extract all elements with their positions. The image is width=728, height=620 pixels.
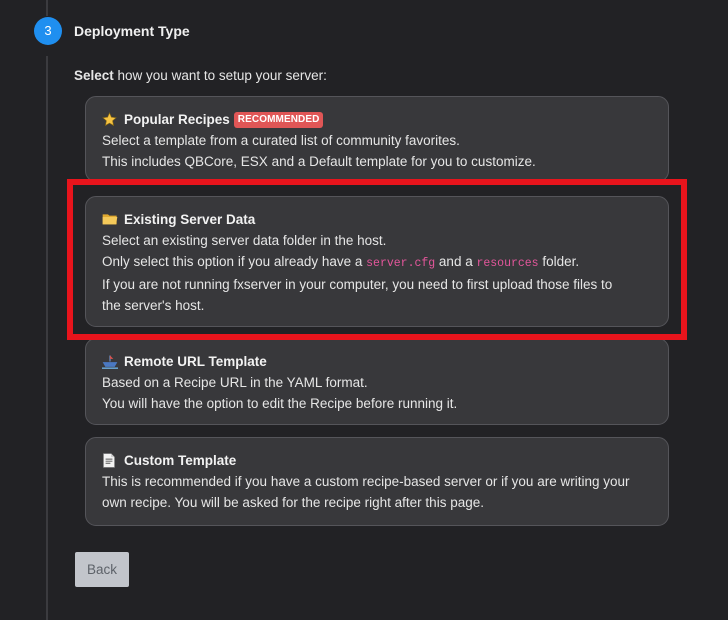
option-desc-line: Select a template from a curated list of… [102, 133, 460, 148]
code-resources: resources [476, 257, 539, 270]
step-number-badge: 3 [34, 17, 62, 45]
option-desc-line: Select an existing server data folder in… [102, 233, 387, 248]
option-desc-line: Based on a Recipe URL in the YAML format… [102, 375, 368, 390]
intro-text: Select how you want to setup your server… [74, 68, 327, 83]
option-remote-url-template[interactable]: Remote URL Template Based on a Recipe UR… [85, 338, 669, 425]
setup-page: 3 Deployment Type Select how you want to… [0, 0, 728, 620]
folder-icon [102, 212, 119, 227]
desc-text: and a [435, 254, 477, 269]
option-desc-line: You will have the option to edit the Rec… [102, 396, 458, 411]
option-desc-line: the server's host. [102, 298, 205, 313]
option-custom-template[interactable]: Custom Template This is recommended if y… [85, 437, 669, 526]
back-button[interactable]: Back [75, 552, 129, 587]
option-desc-line: This includes QBCore, ESX and a Default … [102, 154, 536, 169]
option-existing-server-data[interactable]: Existing Server Data Select an existing … [85, 196, 669, 327]
option-desc-line: own recipe. You will be asked for the re… [102, 495, 484, 510]
recommended-badge: RECOMMENDED [233, 111, 324, 128]
option-popular-recipes[interactable]: Popular Recipes RECOMMENDED Select a tem… [85, 96, 669, 182]
star-icon [102, 112, 119, 127]
option-title: Existing Server Data [124, 212, 256, 227]
option-title-row: Remote URL Template [102, 351, 652, 372]
option-title-row: Popular Recipes RECOMMENDED [102, 109, 652, 130]
desc-text: folder. [538, 254, 580, 269]
document-icon [102, 453, 119, 468]
option-title-row: Custom Template [102, 450, 652, 471]
boat-icon [102, 354, 119, 369]
intro-rest: how you want to setup your server: [113, 68, 327, 83]
option-title: Custom Template [124, 453, 237, 468]
option-title-row: Existing Server Data [102, 209, 652, 230]
code-server-cfg: server.cfg [366, 257, 436, 270]
option-desc-line: Only select this option if you already h… [102, 251, 652, 274]
option-title: Popular Recipes [124, 112, 230, 127]
desc-text: Only select this option if you already h… [102, 254, 367, 269]
stepper-rail-top [46, 0, 48, 16]
option-title: Remote URL Template [124, 354, 267, 369]
option-desc-line: If you are not running fxserver in your … [102, 277, 613, 292]
option-desc-line: This is recommended if you have a custom… [102, 474, 630, 489]
step-title: Deployment Type [74, 23, 190, 39]
intro-bold: Select [74, 68, 114, 83]
stepper-rail [46, 56, 48, 620]
